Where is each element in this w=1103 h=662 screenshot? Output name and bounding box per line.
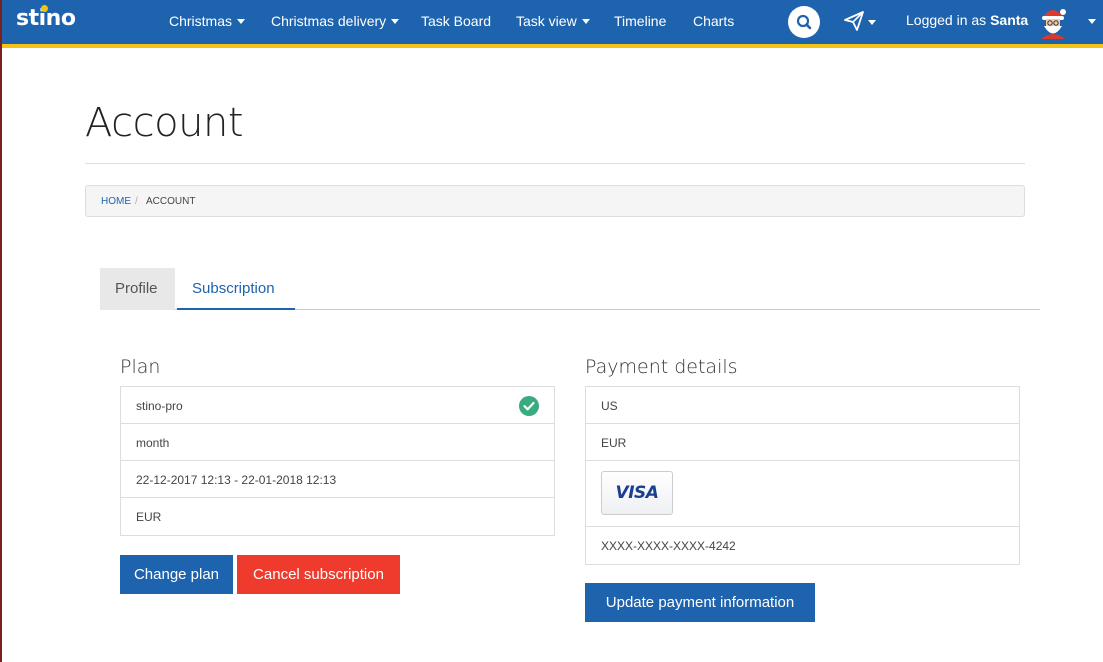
plan-name-row: stino-pro <box>121 387 554 424</box>
account-tabs: Profile Subscription <box>100 268 1040 310</box>
logged-in-prefix: Logged in as <box>906 12 987 28</box>
nav-item-timeline[interactable]: Timeline <box>614 13 666 29</box>
check-circle-icon <box>519 396 539 416</box>
card-number: XXXX-XXXX-XXXX-4242 <box>601 539 736 553</box>
avatar[interactable] <box>1038 5 1068 39</box>
logged-in-status: Logged in as Santa <box>906 12 1028 28</box>
payment-details-title: Payment details <box>585 356 738 378</box>
top-navbar: stino Christmas Christmas delivery Task … <box>2 0 1103 48</box>
plan-currency-row: EUR <box>121 498 554 535</box>
breadcrumb-separator: / <box>135 196 138 207</box>
caret-down-icon <box>391 19 400 24</box>
payment-country-row: US <box>586 387 1019 424</box>
send-icon[interactable] <box>844 11 864 31</box>
caret-down-icon <box>237 19 246 24</box>
nav-item-label: Task view <box>516 13 577 29</box>
nav-item-christmas[interactable]: Christmas <box>169 13 246 29</box>
breadcrumb: HOME / ACCOUNT <box>85 185 1025 217</box>
payment-currency: EUR <box>601 436 627 450</box>
search-icon <box>796 14 812 30</box>
search-button[interactable] <box>788 6 820 38</box>
payment-currency-row: EUR <box>586 424 1019 461</box>
tab-subscription[interactable]: Subscription <box>177 268 295 310</box>
nav-item-label: Charts <box>693 13 735 29</box>
nav-item-christmas-delivery[interactable]: Christmas delivery <box>271 13 400 29</box>
plan-period: 22-12-2017 12:13 - 22-01-2018 12:13 <box>136 473 337 487</box>
change-plan-button[interactable]: Change plan <box>120 555 233 594</box>
user-menu-caret-icon[interactable] <box>1088 19 1096 24</box>
card-brand: VISA <box>615 483 659 503</box>
nav-item-label: Timeline <box>614 13 667 29</box>
payment-list: US EUR VISA XXXX-XXXX-XXXX-4242 <box>585 386 1020 565</box>
breadcrumb-current: ACCOUNT <box>146 196 196 207</box>
caret-down-icon <box>581 19 590 24</box>
nav-item-label: Christmas <box>169 13 233 29</box>
brand-logo[interactable]: stino <box>16 5 76 31</box>
plan-list: stino-pro month 22-12-2017 12:13 - 22-01… <box>120 386 555 536</box>
visa-card-icon: VISA <box>601 471 673 515</box>
user-name: Santa <box>990 12 1029 28</box>
payment-card-number-row: XXXX-XXXX-XXXX-4242 <box>586 527 1019 564</box>
plan-currency: EUR <box>136 510 162 524</box>
nav-item-task-board[interactable]: Task Board <box>421 13 491 29</box>
page-title: Account <box>85 100 244 146</box>
caret-down-icon[interactable] <box>868 20 876 25</box>
nav-item-label: Christmas delivery <box>271 13 387 29</box>
tab-profile[interactable]: Profile <box>100 268 175 310</box>
plan-name: stino-pro <box>136 399 183 413</box>
plan-period-row: 22-12-2017 12:13 - 22-01-2018 12:13 <box>121 461 554 498</box>
plan-interval-row: month <box>121 424 554 461</box>
breadcrumb-home-link[interactable]: HOME <box>101 196 131 207</box>
payment-country: US <box>601 399 618 413</box>
nav-item-label: Task Board <box>421 13 492 29</box>
payment-card-row: VISA <box>586 461 1019 527</box>
brand-logo-dot <box>41 5 48 12</box>
nav-item-charts[interactable]: Charts <box>693 13 734 29</box>
nav-item-task-view[interactable]: Task view <box>516 13 590 29</box>
cancel-subscription-button[interactable]: Cancel subscription <box>237 555 400 594</box>
plan-title: Plan <box>120 356 161 378</box>
title-divider <box>85 163 1025 164</box>
update-payment-button[interactable]: Update payment information <box>585 583 815 622</box>
plan-interval: month <box>136 436 170 450</box>
